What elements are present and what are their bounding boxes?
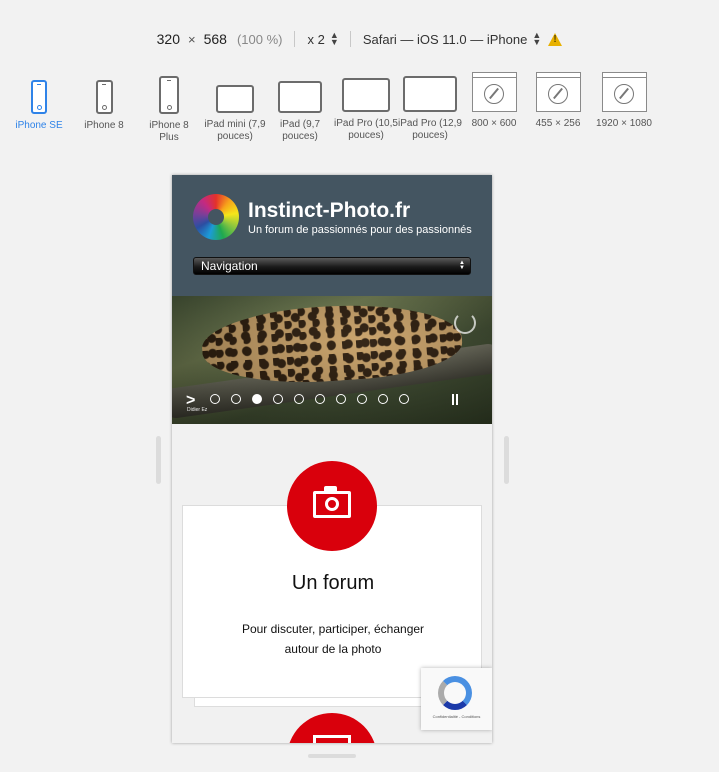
recaptcha-icon <box>438 676 472 710</box>
image-slider[interactable]: > Didier Ez <box>172 296 492 424</box>
slider-dot[interactable] <box>294 394 304 404</box>
safari-window-icon <box>471 72 517 112</box>
site-title[interactable]: Instinct-Photo.fr <box>248 199 410 223</box>
pixel-ratio-select[interactable]: x 2 ▲ ▼ <box>295 30 349 47</box>
device-ipad[interactable]: iPad (9,7 pouces) <box>268 72 332 143</box>
phone-icon <box>159 76 179 114</box>
slider-photo-shade <box>172 296 492 424</box>
warning-icon[interactable] <box>548 32 563 46</box>
resize-handle-left[interactable] <box>156 436 161 484</box>
site-header: Instinct-Photo.fr Un forum de passionnés… <box>172 175 492 296</box>
device-label: iPad (9,7 pouces) <box>279 119 321 142</box>
loading-spinner-icon <box>454 312 476 334</box>
viewport-width[interactable]: 320 <box>157 31 180 47</box>
device-label: iPhone 8 <box>84 120 124 131</box>
device-label: 1920 × 1080 <box>596 118 652 129</box>
zoom-level: (100 %) <box>236 31 283 47</box>
device-label: iPad Pro (10,5 pouces) <box>334 118 398 141</box>
camera-badge <box>287 461 377 551</box>
device-iphone-8-plus[interactable]: iPhone 8 Plus <box>142 72 196 144</box>
dimension-separator: × <box>188 31 196 47</box>
device-ipad-pro-10[interactable]: iPad Pro (10,5 pouces) <box>334 72 398 142</box>
site-logo[interactable] <box>193 194 239 240</box>
device-viewport: Instinct-Photo.fr Un forum de passionnés… <box>172 175 492 743</box>
device-presets: iPhone SE iPhone 8 iPhone 8 Plus iPad mi… <box>6 72 716 152</box>
safari-window-icon <box>601 72 647 112</box>
card-description-line: autour de la photo <box>284 642 382 656</box>
device-iphone-8[interactable]: iPhone 8 <box>73 72 135 132</box>
tablet-icon <box>342 78 390 112</box>
card-description-line: Pour discuter, participer, échanger <box>241 622 425 636</box>
card-title: Un forum <box>291 572 375 594</box>
device-label: iPhone SE <box>15 120 63 131</box>
compass-icon <box>484 83 504 104</box>
slider-dot[interactable] <box>210 394 220 404</box>
device-label: iPhone 8 Plus <box>149 120 189 143</box>
select-arrows-icon: ▲ ▼ <box>459 260 465 271</box>
resize-handle-bottom[interactable] <box>308 754 356 758</box>
device-ipad-mini[interactable]: iPad mini (7,9 pouces) <box>202 72 268 143</box>
resize-handle-right[interactable] <box>504 436 509 484</box>
phone-icon <box>31 80 47 114</box>
chevron-updown-icon: ▲ ▼ <box>532 30 542 47</box>
slider-dot[interactable] <box>378 394 388 404</box>
recaptcha-badge[interactable]: Confidentialité - Conditions <box>421 668 492 730</box>
slider-dot[interactable] <box>336 394 346 404</box>
site-tagline: Un forum de passionnés pour des passionn… <box>248 224 472 236</box>
user-agent-select[interactable]: Safari — iOS 11.0 — iPhone ▲ ▼ <box>351 30 575 47</box>
tablet-icon <box>278 81 322 113</box>
tablet-icon <box>403 76 457 112</box>
slider-dot[interactable] <box>399 394 409 404</box>
compass-icon <box>614 83 634 104</box>
device-1920x1080[interactable]: 1920 × 1080 <box>592 72 656 130</box>
envelope-icon <box>313 735 351 743</box>
pixel-ratio-value: x 2 <box>307 31 325 47</box>
dimensions-control[interactable]: 320 × 568 (100 %) <box>145 31 295 47</box>
device-iphone-se[interactable]: iPhone SE <box>6 72 72 132</box>
slider-dot[interactable] <box>273 394 283 404</box>
device-label: iPad Pro (12,9 pouces) <box>398 118 462 141</box>
safari-window-icon <box>535 72 581 112</box>
device-label: 455 × 256 <box>535 118 581 129</box>
device-455x256[interactable]: 455 × 256 <box>530 72 586 130</box>
responsive-toolbar: 320 × 568 (100 %) x 2 ▲ ▼ Safari — iOS 11… <box>0 26 719 52</box>
device-800x600[interactable]: 800 × 600 <box>466 72 522 130</box>
navigation-select[interactable]: Navigation ▲ ▼ <box>193 257 471 275</box>
device-ipad-pro-12[interactable]: iPad Pro (12,9 pouces) <box>398 72 462 142</box>
viewport-height[interactable]: 568 <box>204 31 227 47</box>
device-label: 800 × 600 <box>471 118 517 129</box>
photo-credit: Didier Ez <box>187 407 208 413</box>
slider-dot[interactable] <box>315 394 325 404</box>
slider-dot-active[interactable] <box>252 394 262 404</box>
compass-icon <box>548 83 568 104</box>
tablet-icon <box>216 85 254 113</box>
camera-icon <box>313 486 351 518</box>
slider-pagination <box>210 394 420 404</box>
recaptcha-links[interactable]: Confidentialité - Conditions <box>425 714 488 719</box>
phone-icon <box>95 80 113 114</box>
device-label: iPad mini (7,9 pouces) <box>204 119 266 142</box>
card-description: Pour discuter, participer, échanger auto… <box>223 619 443 659</box>
chevron-updown-icon: ▲ ▼ <box>329 30 339 47</box>
envelope-badge <box>287 713 377 743</box>
navigation-select-value: Navigation <box>201 259 258 273</box>
slider-dot[interactable] <box>357 394 367 404</box>
slider-dot[interactable] <box>231 394 241 404</box>
pause-icon[interactable] <box>451 394 459 405</box>
user-agent-value: Safari — iOS 11.0 — iPhone <box>362 31 528 47</box>
